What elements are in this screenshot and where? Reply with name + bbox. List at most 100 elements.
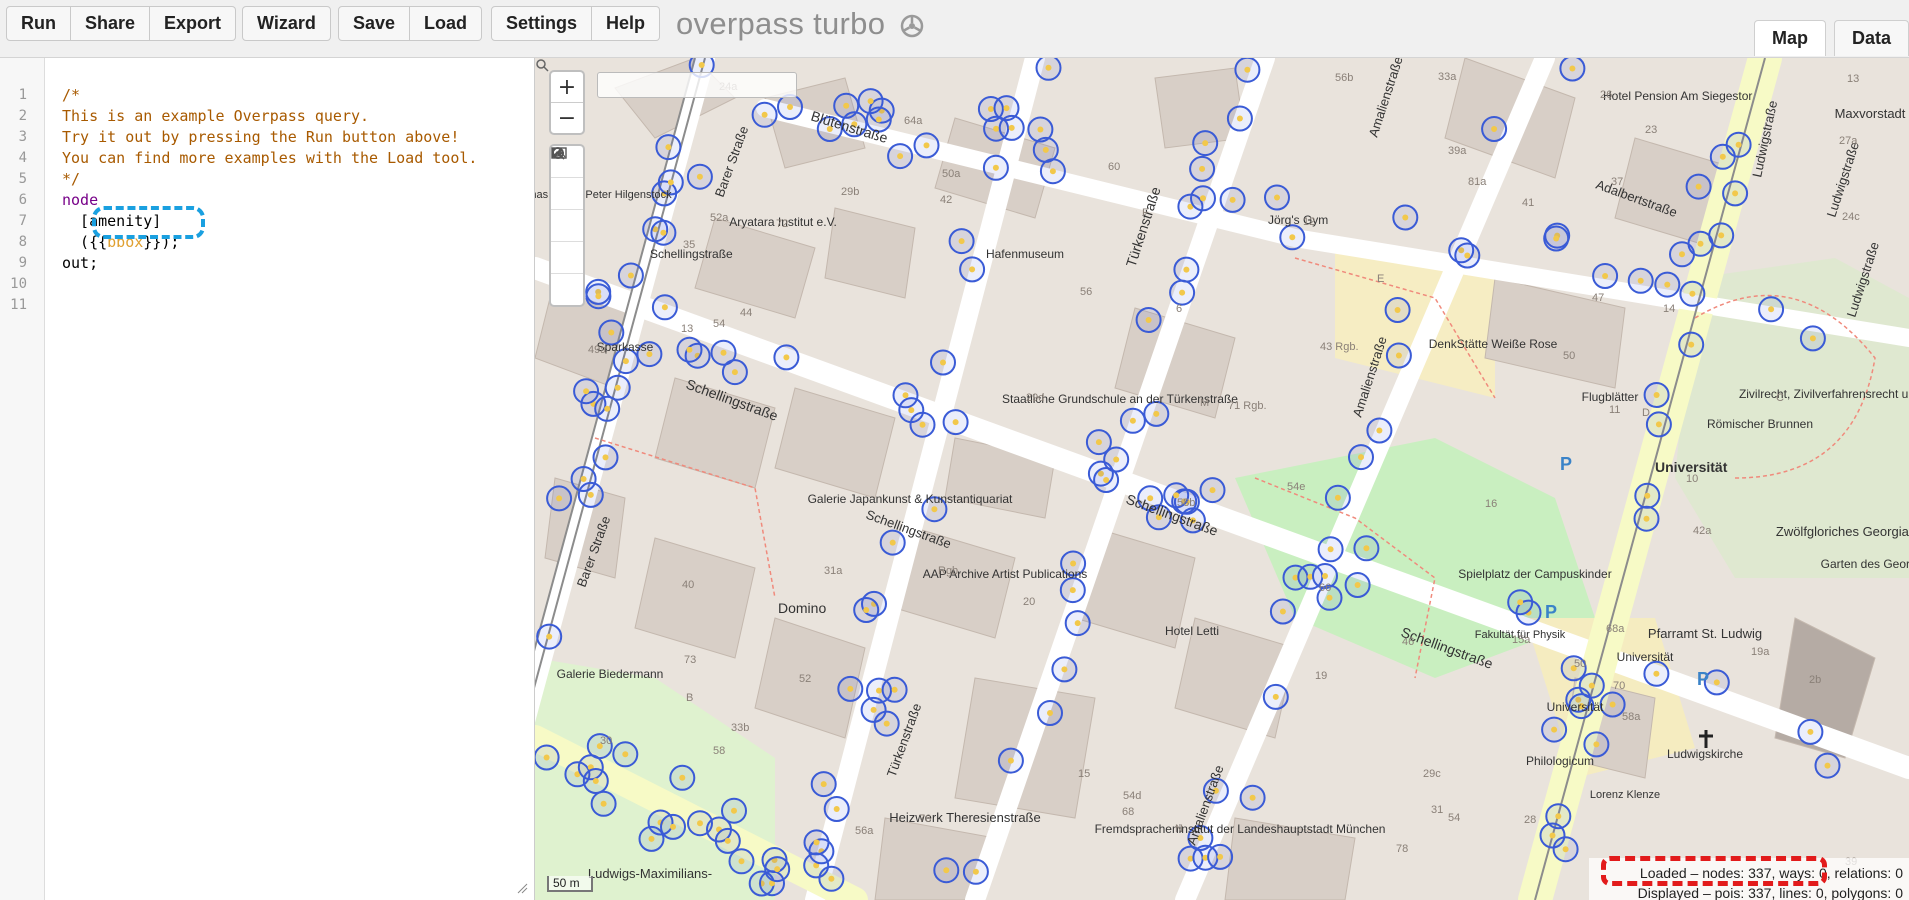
poi-marker[interactable] bbox=[1348, 444, 1374, 471]
poi-marker[interactable] bbox=[1324, 484, 1351, 511]
toggle-wide-map-button[interactable] bbox=[551, 148, 583, 273]
poi-marker[interactable] bbox=[818, 865, 845, 892]
poi-marker[interactable] bbox=[592, 444, 619, 471]
poi-marker[interactable] bbox=[573, 378, 600, 405]
poi-marker[interactable] bbox=[1173, 256, 1200, 283]
poi-marker[interactable] bbox=[997, 747, 1024, 774]
poi-marker[interactable] bbox=[1814, 752, 1841, 779]
poi-marker[interactable] bbox=[1679, 280, 1706, 307]
poi-marker[interactable] bbox=[948, 228, 975, 255]
poi-marker[interactable] bbox=[655, 134, 682, 161]
poi-marker[interactable] bbox=[1269, 598, 1296, 625]
poi-marker[interactable] bbox=[1051, 656, 1078, 683]
poi-marker[interactable] bbox=[617, 262, 644, 289]
poi-marker[interactable] bbox=[777, 94, 803, 120]
poi-marker[interactable] bbox=[887, 143, 914, 170]
poi-marker[interactable] bbox=[1264, 184, 1290, 211]
tab-map[interactable]: Map bbox=[1753, 20, 1826, 56]
poi-marker[interactable] bbox=[1507, 589, 1534, 616]
toggle-data-overlay-button[interactable] bbox=[551, 147, 583, 241]
poi-marker[interactable] bbox=[933, 857, 960, 884]
poi-marker[interactable] bbox=[1219, 186, 1246, 213]
poi-marker[interactable] bbox=[686, 163, 713, 190]
poi-marker[interactable] bbox=[751, 101, 778, 128]
poi-marker[interactable] bbox=[604, 374, 631, 401]
poi-marker[interactable] bbox=[721, 359, 748, 386]
poi-marker[interactable] bbox=[1317, 536, 1344, 563]
poi-marker[interactable] bbox=[1559, 58, 1586, 82]
poi-marker[interactable] bbox=[881, 676, 908, 703]
help-button[interactable]: Help bbox=[592, 6, 661, 41]
poi-marker[interactable] bbox=[585, 283, 612, 310]
poi-marker[interactable] bbox=[1797, 718, 1824, 745]
load-button[interactable]: Load bbox=[410, 6, 483, 41]
poi-marker[interactable] bbox=[810, 771, 837, 798]
poi-marker[interactable] bbox=[1685, 173, 1712, 200]
poi-marker[interactable] bbox=[913, 132, 940, 159]
poi-marker[interactable] bbox=[1799, 325, 1826, 352]
zoom-out-button[interactable]: − bbox=[551, 102, 583, 133]
poi-marker[interactable] bbox=[1366, 417, 1393, 444]
poi-marker[interactable] bbox=[1643, 382, 1670, 408]
locate-button[interactable] bbox=[551, 147, 583, 209]
code-line[interactable]: You can find more examples with the Load… bbox=[62, 148, 477, 169]
code-line[interactable]: */ bbox=[62, 169, 80, 190]
code-line[interactable]: Try it out by pressing the Run button ab… bbox=[62, 127, 459, 148]
poi-marker[interactable] bbox=[959, 256, 986, 283]
resize-grip-icon[interactable] bbox=[516, 882, 528, 894]
poi-marker[interactable] bbox=[676, 336, 703, 363]
poi-marker[interactable] bbox=[837, 675, 864, 702]
poi-marker[interactable] bbox=[1119, 407, 1146, 434]
poi-marker[interactable] bbox=[582, 768, 609, 794]
poi-marker[interactable] bbox=[962, 858, 989, 885]
poi-marker[interactable] bbox=[1190, 185, 1216, 212]
poi-marker[interactable] bbox=[1135, 307, 1162, 333]
poi-marker[interactable] bbox=[773, 344, 800, 371]
poi-marker[interactable] bbox=[1481, 116, 1508, 142]
poi-marker[interactable] bbox=[1543, 225, 1570, 252]
share-button[interactable]: Share bbox=[71, 6, 151, 41]
poi-marker[interactable] bbox=[1085, 429, 1112, 456]
poi-marker[interactable] bbox=[1192, 130, 1219, 157]
poi-marker[interactable] bbox=[1592, 263, 1619, 289]
poi-marker[interactable] bbox=[1384, 297, 1411, 323]
poi-marker[interactable] bbox=[1059, 577, 1086, 604]
code-line[interactable]: /* bbox=[62, 85, 80, 106]
poi-marker[interactable] bbox=[660, 813, 686, 840]
poi-marker[interactable] bbox=[577, 481, 604, 508]
poi-marker[interactable] bbox=[650, 219, 677, 246]
code-line[interactable]: This is an example Overpass query. bbox=[62, 106, 369, 127]
poi-marker[interactable] bbox=[1722, 180, 1749, 207]
poi-marker[interactable] bbox=[1539, 822, 1566, 849]
poi-marker[interactable] bbox=[1454, 242, 1481, 269]
poi-marker[interactable] bbox=[546, 485, 573, 512]
poi-marker[interactable] bbox=[909, 411, 936, 438]
poi-marker[interactable] bbox=[1599, 691, 1626, 718]
code-line[interactable]: out; bbox=[62, 253, 98, 274]
poi-marker[interactable] bbox=[1633, 505, 1660, 532]
poi-marker[interactable] bbox=[764, 856, 791, 883]
poi-marker[interactable] bbox=[1541, 716, 1568, 743]
code-line[interactable]: node bbox=[62, 190, 98, 211]
poi-marker[interactable] bbox=[1578, 672, 1605, 699]
poi-marker[interactable] bbox=[860, 696, 887, 723]
poi-marker[interactable] bbox=[590, 790, 617, 817]
poi-marker[interactable] bbox=[1654, 271, 1681, 298]
poi-marker[interactable] bbox=[942, 409, 969, 436]
poi-marker[interactable] bbox=[982, 154, 1009, 181]
poi-marker[interactable] bbox=[687, 810, 713, 837]
poi-marker[interactable] bbox=[1353, 535, 1380, 562]
poi-marker[interactable] bbox=[714, 827, 741, 854]
poi-marker[interactable] bbox=[651, 294, 678, 321]
map-view[interactable]: Blütenstraße Türkenstraße Schellingstraß… bbox=[535, 58, 1909, 900]
poi-marker[interactable] bbox=[853, 597, 880, 623]
poi-marker[interactable] bbox=[1199, 477, 1226, 504]
poi-marker[interactable] bbox=[1344, 572, 1371, 598]
poi-marker[interactable] bbox=[1239, 784, 1266, 811]
map-search-input[interactable] bbox=[597, 72, 797, 98]
settings-button[interactable]: Settings bbox=[491, 6, 593, 41]
tab-data[interactable]: Data bbox=[1833, 20, 1909, 56]
poi-marker[interactable] bbox=[1583, 731, 1610, 758]
search-icon[interactable] bbox=[535, 58, 549, 72]
poi-marker[interactable] bbox=[1262, 683, 1289, 710]
